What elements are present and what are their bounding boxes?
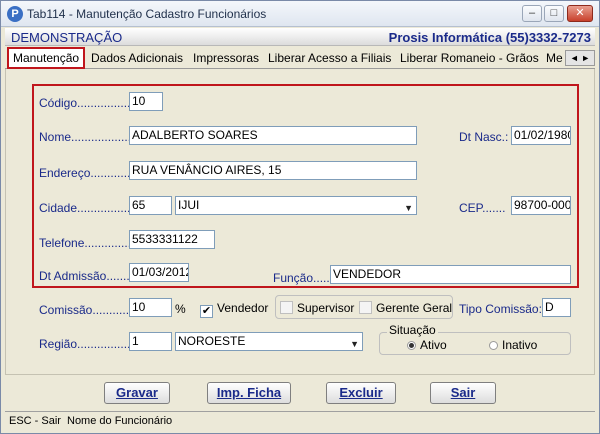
supervisor-checkbox[interactable]: Supervisor [280,301,354,315]
employee-data-group [32,84,579,288]
chevron-down-icon[interactable]: ▼ [350,336,359,353]
tab-dados-adicionais[interactable]: Dados Adicionais [87,49,187,68]
regiao-select-value: NOROESTE [178,334,246,348]
tab-more[interactable]: Me [542,49,567,68]
cep-label: CEP....... [459,201,506,215]
funcao-label: Função.....: [273,271,334,285]
dt-admissao-label: Dt Admissão....... [39,269,130,283]
gerente-geral-label: Gerente Geral [376,301,453,315]
cidade-select-value: IJUI [178,198,200,212]
gerente-geral-checkbox[interactable]: Gerente Geral [359,301,452,315]
status-left: ESC - Sair [9,415,61,427]
tab-manutencao[interactable]: Manutenção [7,47,86,69]
telefone-label: Telefone................ [39,236,138,250]
cidade-select[interactable]: IJUI ▼ [175,196,417,215]
dt-nasc-label: Dt Nasc.: [459,130,509,144]
inativo-label: Inativo [502,338,538,352]
ativo-label: Ativo [420,338,447,352]
vendedor-checkbox[interactable]: ✔ Vendedor [200,301,268,318]
tab-scroll-arrows-icon[interactable]: ◄ ► [565,50,595,66]
nome-field[interactable]: ADALBERTO SOARES [129,126,417,145]
tipo-comissao-label: Tipo Comissão: [459,302,542,316]
header-title: DEMONSTRAÇÃO [11,30,123,45]
dt-admissao-field[interactable]: 01/03/2012 [129,263,189,282]
minimize-button[interactable]: – [522,5,542,22]
header-contact: Prosis Informática (55)3332-7273 [388,30,591,45]
check-icon: ✔ [200,305,213,318]
chevron-down-icon[interactable]: ▼ [404,200,413,217]
tipo-comissao-field[interactable]: D [542,298,571,317]
regiao-code-field[interactable]: 1 [129,332,172,351]
situacao-inativo-radio[interactable]: Inativo [489,338,537,352]
gravar-button[interactable]: Gravar [104,382,170,404]
cidade-code-field[interactable]: 65 [129,196,172,215]
endereco-field[interactable]: RUA VENÂNCIO AIRES, 15 [129,161,417,180]
comissao-field[interactable]: 10 [129,298,172,317]
cep-field[interactable]: 98700-000 [511,196,571,215]
regiao-select[interactable]: NOROESTE ▼ [175,332,363,351]
dt-nasc-field[interactable]: 01/02/1980 [511,126,571,145]
vendedor-label: Vendedor [217,301,269,315]
comissao-label: Comissão..............: [39,303,143,317]
situacao-label: Situação [387,323,438,337]
funcao-field[interactable]: VENDEDOR [330,265,571,284]
title-bar[interactable]: P Tab114 - Manutenção Cadastro Funcionár… [1,1,599,27]
tab-impressoras[interactable]: Impressoras [189,49,263,68]
sair-button[interactable]: Sair [430,382,496,404]
telefone-field[interactable]: 5533331122 [129,230,215,249]
close-button[interactable]: ✕ [567,5,593,22]
app-icon: P [7,6,23,22]
excluir-button[interactable]: Excluir [326,382,396,404]
codigo-field[interactable]: 10 [129,92,163,111]
situacao-ativo-radio[interactable]: Ativo [407,338,447,352]
company-header: DEMONSTRAÇÃO Prosis Informática (55)3332… [5,28,595,46]
window-title: Tab114 - Manutenção Cadastro Funcionário… [27,7,267,21]
supervisor-label: Supervisor [297,301,355,315]
tab-liberar-acesso-filiais[interactable]: Liberar Acesso a Filiais [264,49,395,68]
main-window: P Tab114 - Manutenção Cadastro Funcionár… [0,0,600,434]
codigo-label: Código.................. [39,96,138,110]
percent-label: % [175,302,186,316]
maximize-button[interactable]: □ [544,5,564,22]
status-bar: ESC - Sair Nome do Funcionário [5,411,595,430]
imp-ficha-button[interactable]: Imp. Ficha [207,382,291,404]
tab-strip: Manutenção Dados Adicionais Impressoras … [5,47,595,69]
endereco-label: Endereço................ [39,166,144,180]
tab-liberar-romaneio-graos[interactable]: Liberar Romaneio - Grãos [396,49,543,68]
status-right: Nome do Funcionário [67,415,173,427]
